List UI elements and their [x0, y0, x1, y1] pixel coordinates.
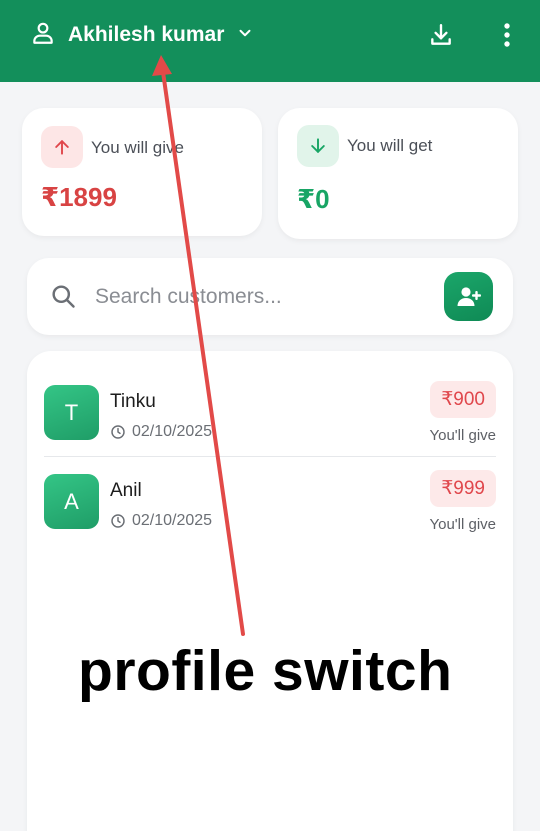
profile-switcher[interactable]: Akhilesh kumar: [30, 18, 254, 52]
arrow-up-icon: [41, 126, 83, 168]
customer-name: Tinku: [110, 391, 156, 412]
customer-row-anil[interactable]: A Anil 02/10/2025 ₹999 You'll give: [44, 470, 496, 550]
customer-date: 02/10/2025: [110, 423, 212, 441]
row-divider: [44, 456, 496, 457]
customer-row-tinku[interactable]: T Tinku 02/10/2025 ₹900 You'll give: [44, 381, 496, 461]
clock-icon: [111, 425, 125, 439]
user-icon: [30, 20, 56, 51]
amount-badge: ₹900: [430, 381, 496, 418]
amount-status: You'll give: [429, 516, 496, 533]
more-vertical-icon[interactable]: [492, 20, 522, 50]
customer-date: 02/10/2025: [110, 512, 212, 530]
avatar: T: [44, 385, 99, 440]
give-amount: ₹1899: [41, 182, 117, 212]
search-bar: [27, 258, 513, 335]
you-will-get-card[interactable]: You will get ₹0: [278, 108, 518, 239]
get-label: You will get: [347, 136, 433, 155]
arrow-down-icon: [297, 125, 339, 167]
you-will-give-card[interactable]: You will give ₹1899: [22, 108, 262, 236]
chevron-down-icon: [236, 24, 254, 47]
search-icon: [49, 282, 77, 315]
annotation-text: profile switch: [78, 639, 453, 703]
search-input[interactable]: [95, 279, 415, 315]
add-user-icon: [457, 286, 481, 306]
get-amount: ₹0: [297, 184, 330, 214]
download-icon[interactable]: [426, 20, 456, 50]
date-text: 02/10/2025: [132, 512, 213, 529]
app-header: Akhilesh kumar: [0, 0, 540, 82]
customer-list: T Tinku 02/10/2025 ₹900 You'll give A An…: [27, 351, 513, 831]
avatar: A: [44, 474, 99, 529]
customer-name: Anil: [110, 480, 142, 501]
amount-status: You'll give: [429, 427, 496, 444]
amount-badge: ₹999: [430, 470, 496, 507]
profile-name: Akhilesh kumar: [68, 23, 225, 46]
give-label: You will give: [91, 138, 184, 157]
date-text: 02/10/2025: [132, 423, 213, 440]
clock-icon: [111, 514, 125, 528]
add-customer-button[interactable]: [444, 272, 493, 321]
